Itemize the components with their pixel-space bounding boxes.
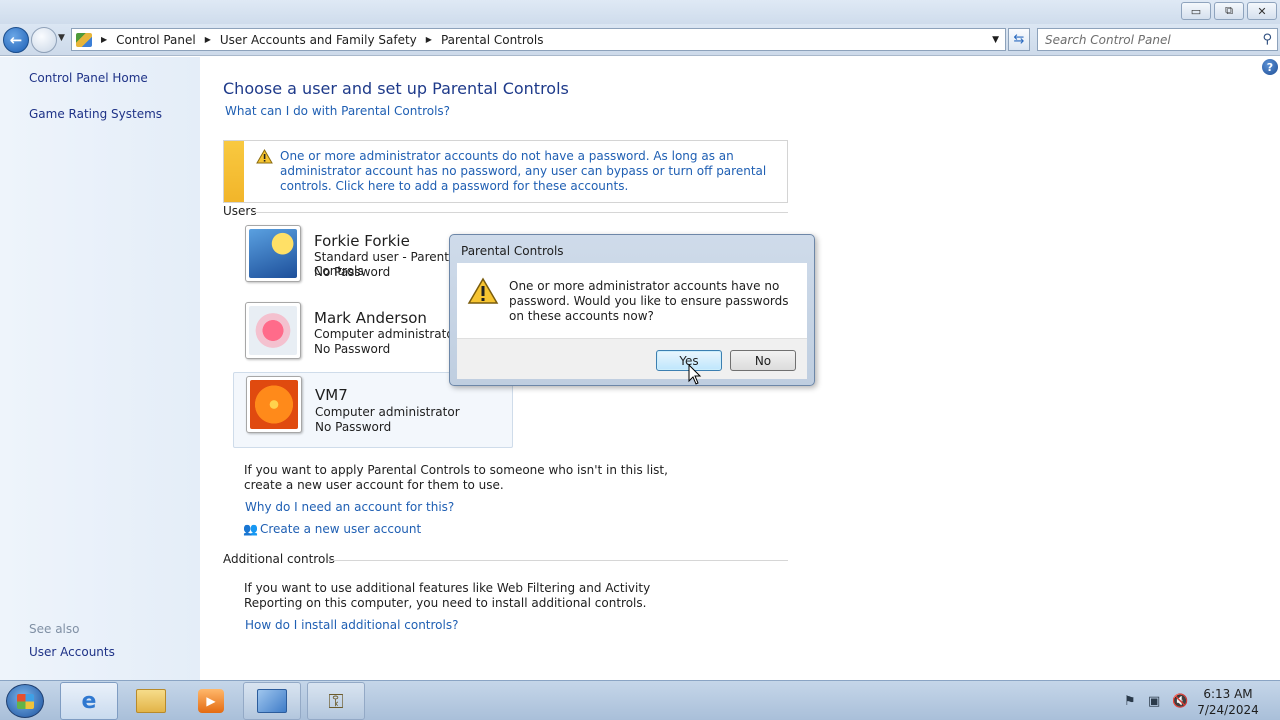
create-new-user-link[interactable]: Create a new user account — [260, 522, 421, 536]
avatar — [245, 225, 301, 282]
breadcrumb-segment: ▶ User Accounts and Family Safety — [205, 33, 417, 47]
minimize-icon: ▭ — [1190, 4, 1202, 18]
action-center-flag-icon[interactable]: ⚑ — [1124, 694, 1136, 709]
user-name: Forkie Forkie — [314, 232, 410, 250]
taskbar-parental-controls[interactable]: ⚿ — [307, 682, 365, 720]
sidebar-item-user-accounts[interactable]: User Accounts — [29, 645, 115, 659]
avatar — [245, 302, 301, 359]
network-icon[interactable]: ▣ — [1148, 694, 1160, 709]
user-name: Mark Anderson — [314, 309, 427, 327]
warning-banner[interactable]: One or more administrator accounts do no… — [223, 140, 788, 203]
breadcrumb-parental-controls[interactable]: Parental Controls — [441, 33, 544, 47]
users-divider — [252, 212, 788, 213]
refresh-icon: ⇆ — [1013, 32, 1025, 47]
user-picture-starfish — [249, 306, 297, 355]
user-role: Computer administrator — [314, 327, 459, 341]
taskbar-control-panel[interactable] — [243, 682, 301, 720]
clock-time: 6:13 AM — [1203, 687, 1253, 701]
media-player-icon: ▶ — [198, 689, 224, 713]
apply-text-line-1: If you want to apply Parental Controls t… — [244, 463, 668, 477]
user-password-status: No Password — [314, 265, 391, 279]
address-bar[interactable]: ▶ Control Panel ▶ User Accounts and Fami… — [71, 28, 1006, 51]
windows-logo-icon — [17, 694, 34, 709]
back-button[interactable]: ← — [3, 27, 29, 53]
sidebar-item-game-rating-systems[interactable]: Game Rating Systems — [29, 107, 162, 121]
system-clock[interactable]: 6:13 AM 7/24/2024 — [1193, 686, 1263, 718]
start-button[interactable] — [6, 684, 44, 718]
users-section-label: Users — [223, 204, 257, 218]
taskbar-windows-explorer[interactable] — [122, 682, 180, 720]
close-window-button[interactable]: ✕ — [1247, 2, 1277, 20]
restore-icon: ⧉ — [1225, 4, 1233, 17]
additional-controls-label: Additional controls — [223, 552, 335, 566]
user-role: Computer administrator — [315, 405, 460, 419]
user-picture-leaf — [249, 229, 297, 278]
breadcrumb-control-panel[interactable]: Control Panel — [116, 33, 196, 47]
control-panel-icon — [257, 689, 287, 713]
taskbar-internet-explorer[interactable]: e — [60, 682, 118, 720]
users-icon: 👥 — [243, 522, 258, 536]
dialog-footer: Yes No — [457, 338, 807, 379]
breadcrumb-separator-icon[interactable]: ▶ — [101, 35, 107, 44]
breadcrumb: ▶ Control Panel — [101, 33, 196, 47]
clock-date: 7/24/2024 — [1197, 703, 1259, 717]
breadcrumb-separator-icon[interactable]: ▶ — [205, 35, 211, 44]
recent-pages-dropdown[interactable]: ▼ — [58, 33, 65, 43]
search-box[interactable]: ⚲ — [1037, 28, 1278, 51]
parental-controls-dialog: Parental Controls One or more administra… — [449, 234, 815, 386]
search-input[interactable] — [1045, 29, 1255, 50]
install-controls-link[interactable]: How do I install additional controls? — [245, 618, 458, 633]
mouse-cursor-icon — [688, 364, 702, 385]
warning-bar — [224, 141, 244, 202]
address-dropdown-icon[interactable]: ▼ — [992, 35, 999, 45]
dialog-message: One or more administrator accounts have … — [509, 279, 789, 323]
refresh-button[interactable]: ⇆ — [1008, 28, 1030, 51]
additional-text-line-1: If you want to use additional features l… — [244, 581, 651, 595]
back-arrow-icon: ← — [9, 31, 23, 49]
minimize-button[interactable]: ▭ — [1181, 2, 1211, 20]
user-password-status: No Password — [315, 420, 392, 434]
breadcrumb-user-accounts[interactable]: User Accounts and Family Safety — [220, 33, 417, 47]
no-button[interactable]: No — [730, 350, 796, 371]
taskbar-media-player[interactable]: ▶ — [182, 682, 240, 720]
dialog-title: Parental Controls — [461, 244, 564, 258]
folder-icon — [136, 689, 166, 713]
left-navigation-pane: Control Panel Home Game Rating Systems S… — [0, 57, 200, 680]
help-icon[interactable]: ? — [1262, 59, 1278, 75]
what-can-i-do-link[interactable]: What can I do with Parental Controls? — [225, 104, 450, 118]
control-panel-icon — [76, 32, 92, 47]
restore-button[interactable]: ⧉ — [1214, 2, 1244, 20]
taskbar: e ▶ ⚿ ⚑ ▣ 🔇 6:13 AM 7/24/2024 — [0, 680, 1280, 720]
forward-button[interactable] — [31, 27, 57, 53]
navigation-bar: ← ▼ ▶ Control Panel ▶ User Accounts and … — [0, 24, 1280, 56]
warning-icon — [256, 149, 273, 164]
user-name: VM7 — [315, 386, 348, 404]
user-password-status: No Password — [314, 342, 391, 356]
apply-text-line-2: create a new user account for them to us… — [244, 478, 504, 492]
search-icon[interactable]: ⚲ — [1262, 32, 1272, 47]
dialog-body: One or more administrator accounts have … — [457, 263, 807, 338]
create-account-row[interactable]: 👥 Create a new user account — [243, 522, 421, 536]
keys-icon: ⚿ — [328, 689, 344, 713]
why-need-account-link[interactable]: Why do I need an account for this? — [245, 500, 454, 515]
page-title: Choose a user and set up Parental Contro… — [223, 79, 569, 98]
warning-icon — [467, 277, 499, 304]
additional-text-line-2: Reporting on this computer, you need to … — [244, 596, 647, 610]
breadcrumb-separator-icon[interactable]: ▶ — [426, 35, 432, 44]
breadcrumb-segment: ▶ Parental Controls — [426, 33, 544, 47]
title-bar: ▭ ⧉ ✕ — [0, 0, 1280, 24]
additional-divider — [328, 560, 788, 561]
avatar — [246, 376, 302, 433]
user-picture-flower — [250, 380, 298, 429]
close-icon: ✕ — [1257, 4, 1267, 18]
volume-muted-icon[interactable]: 🔇 — [1172, 694, 1188, 709]
see-also-label: See also — [29, 622, 80, 636]
warning-text[interactable]: One or more administrator accounts do no… — [280, 149, 780, 194]
sidebar-item-control-panel-home[interactable]: Control Panel Home — [29, 71, 148, 85]
internet-explorer-icon: e — [81, 688, 97, 714]
